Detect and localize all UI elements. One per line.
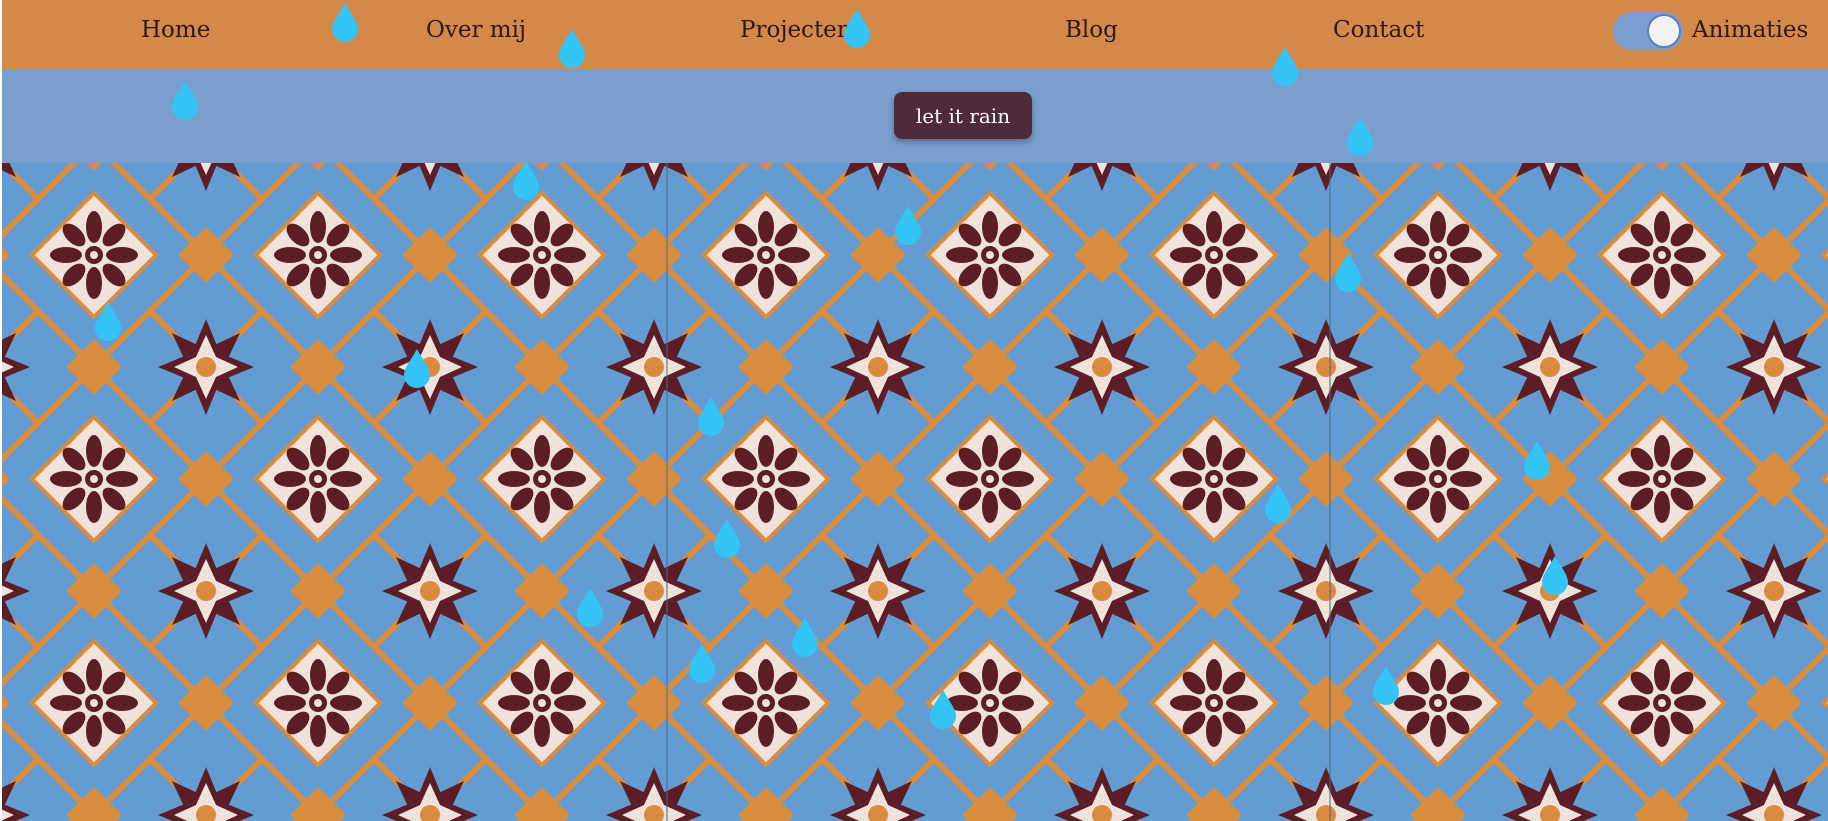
animations-toggle-label: Animaties	[1692, 17, 1809, 43]
toggle-knob	[1647, 14, 1681, 48]
nav-link-over-mij[interactable]: Over mij	[426, 14, 526, 46]
animations-toggle[interactable]	[1613, 12, 1683, 50]
nav-link-contact[interactable]: Contact	[1333, 14, 1424, 46]
nav-link-projecten[interactable]: Projecten	[740, 14, 852, 46]
tile-background	[2, 163, 1828, 821]
azulejo-tile-pattern	[2, 163, 1828, 821]
top-navigation: Home Over mij Projecten Blog Contact Ani…	[2, 0, 1828, 69]
nav-link-home[interactable]: Home	[141, 14, 210, 46]
let-it-rain-button[interactable]: let it rain	[894, 92, 1032, 139]
nav-link-blog[interactable]: Blog	[1065, 14, 1118, 46]
rain-banner: let it rain	[2, 69, 1828, 163]
